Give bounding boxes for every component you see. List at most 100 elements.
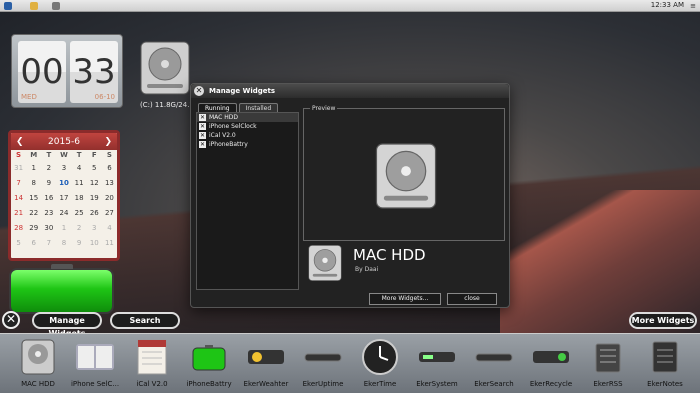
calendar-day[interactable]: 30 — [41, 221, 56, 236]
widget-list-label: iCal V2.0 — [209, 132, 236, 139]
manage-widgets-window: ✕ Manage Widgets Running Installed ✕ MAC … — [190, 83, 510, 308]
star-icon[interactable] — [52, 2, 60, 10]
flip-clock-widget[interactable]: 00 MED 33 06-10 — [11, 34, 123, 108]
dock-item-label: MAC HDD — [21, 380, 55, 388]
widget-list-item[interactable]: ✕ iPhone SelClock — [197, 122, 298, 131]
calendar-day[interactable]: 25 — [72, 206, 87, 221]
rss-icon — [588, 338, 628, 376]
calendar-day[interactable]: 20 — [102, 191, 117, 206]
widget-list-item[interactable]: ✕ iPhoneBattry — [197, 140, 298, 149]
dock-item[interactable]: iCal V2.0 — [122, 338, 182, 393]
dock-item[interactable]: EkerTime — [350, 338, 410, 393]
calendar-day[interactable]: 1 — [56, 221, 71, 236]
system-icon — [417, 338, 457, 376]
calendar-day[interactable]: 8 — [26, 176, 41, 191]
dock-item[interactable]: MAC HDD — [8, 338, 68, 393]
calendar-day[interactable]: 3 — [87, 221, 102, 236]
calendar-day[interactable]: 26 — [87, 206, 102, 221]
calendar-day[interactable]: 23 — [41, 206, 56, 221]
widget-checkbox[interactable]: ✕ — [199, 141, 206, 148]
more-widgets-dialog-button[interactable]: More Widgets... — [369, 293, 441, 305]
widget-list-label: MAC HDD — [209, 114, 239, 121]
dock-item-label: EkerUptime — [302, 380, 344, 388]
dock-item[interactable]: iPhone SelC... — [65, 338, 125, 393]
dock-item[interactable]: EkerSearch — [464, 338, 524, 393]
calendar-day[interactable]: 22 — [26, 206, 41, 221]
dock-item-label: EkerRecycle — [529, 380, 573, 388]
dock-item[interactable]: EkerRSS — [578, 338, 638, 393]
dock-item[interactable]: EkerRecycle — [521, 338, 581, 393]
calendar-day[interactable]: 10 — [56, 176, 71, 191]
widget-checkbox[interactable]: ✕ — [199, 114, 206, 121]
preview-hdd-icon — [374, 139, 438, 213]
window-titlebar: ✕ Manage Widgets — [191, 84, 509, 98]
calendar-day[interactable]: 27 — [102, 206, 117, 221]
calendar-day[interactable]: 11 — [72, 176, 87, 191]
calendar-day[interactable]: 7 — [41, 236, 56, 251]
dock-item[interactable]: EkerWeahter — [236, 338, 296, 393]
calendar-day[interactable]: 6 — [26, 236, 41, 251]
calendar-day[interactable]: 7 — [11, 176, 26, 191]
calendar-day[interactable]: 18 — [72, 191, 87, 206]
calendar-day[interactable]: 9 — [41, 176, 56, 191]
dock-item[interactable]: EkerUptime — [293, 338, 353, 393]
widget-list-item[interactable]: ✕ MAC HDD — [197, 113, 298, 122]
close-widgets-button[interactable]: ✕ — [2, 311, 20, 329]
calendar-weekday: S — [106, 151, 112, 159]
calendar-day[interactable]: 13 — [102, 176, 117, 191]
dock-item-label: iCal V2.0 — [136, 380, 168, 388]
menubar-menu-icon[interactable]: ≡ — [690, 2, 696, 10]
desktop-hdd-icon[interactable] — [139, 40, 191, 96]
calendar-day[interactable]: 21 — [11, 206, 26, 221]
widget-author: By Daai — [355, 266, 379, 273]
battery-widget[interactable] — [9, 264, 114, 314]
more-widgets-button[interactable]: More Widgets — [629, 312, 697, 329]
calendar-day[interactable]: 16 — [41, 191, 56, 206]
calendar-day[interactable]: 5 — [11, 236, 26, 251]
calendar-day[interactable]: 9 — [72, 236, 87, 251]
calendar-day[interactable]: 12 — [87, 176, 102, 191]
dock-item[interactable]: EkerNotes — [635, 338, 695, 393]
widget-dock: MAC HDD iPhone SelC... iCal V2.0 iPhoneBatt… — [0, 333, 700, 393]
battery-cap — [51, 264, 73, 269]
calendar-day[interactable]: 2 — [72, 221, 87, 236]
dock-item[interactable]: iPhoneBattry — [179, 338, 239, 393]
uptime-icon — [303, 338, 343, 376]
widget-checkbox[interactable]: ✕ — [199, 132, 206, 139]
calendar-day[interactable]: 3 — [56, 161, 71, 176]
calendar-day[interactable]: 29 — [26, 221, 41, 236]
calendar-day[interactable]: 19 — [87, 191, 102, 206]
widget-checkbox[interactable]: ✕ — [199, 123, 206, 130]
calendar-day[interactable]: 28 — [11, 221, 26, 236]
calendar-day[interactable]: 4 — [72, 161, 87, 176]
widget-list-item[interactable]: ✕ iCal V2.0 — [197, 131, 298, 140]
folder-icon[interactable] — [30, 2, 38, 10]
dock-item[interactable]: EkerSystem — [407, 338, 467, 393]
calendar-prev-button[interactable]: ❮ — [16, 137, 24, 147]
hdd-icon — [18, 338, 58, 376]
calendar-next-button[interactable]: ❯ — [104, 137, 112, 147]
dock-item-label: EkerTime — [363, 380, 397, 388]
calendar-day[interactable]: 10 — [87, 236, 102, 251]
calendar-day[interactable]: 2 — [41, 161, 56, 176]
calendar-day[interactable]: 5 — [87, 161, 102, 176]
widget-name: MAC HDD — [353, 246, 426, 264]
calendar-day[interactable]: 4 — [102, 221, 117, 236]
calendar-day[interactable]: 17 — [56, 191, 71, 206]
calendar-day[interactable]: 14 — [11, 191, 26, 206]
window-close-button[interactable]: ✕ — [194, 86, 204, 96]
calendar-day[interactable]: 8 — [56, 236, 71, 251]
calendar-day[interactable]: 6 — [102, 161, 117, 176]
calendar-day[interactable]: 24 — [56, 206, 71, 221]
calendar-day[interactable]: 15 — [26, 191, 41, 206]
calendar-day[interactable]: 1 — [26, 161, 41, 176]
calendar-widget[interactable]: ❮ 2015-6 ❯ S M T W T F S 31 1 2 3 4 5 6 7 8 9 10 11 12 13 14 1… — [8, 130, 120, 261]
widget-list-label: iPhone SelClock — [209, 123, 257, 130]
app-menu-icon[interactable] — [4, 2, 12, 10]
calendar-day[interactable]: 31 — [11, 161, 26, 176]
close-dialog-button[interactable]: close — [447, 293, 497, 305]
manage-widgets-button[interactable]: Manage Widgets — [32, 312, 102, 338]
calendar-day[interactable]: 11 — [102, 236, 117, 251]
battery-icon — [189, 338, 229, 376]
search-button[interactable]: Search — [110, 312, 180, 329]
